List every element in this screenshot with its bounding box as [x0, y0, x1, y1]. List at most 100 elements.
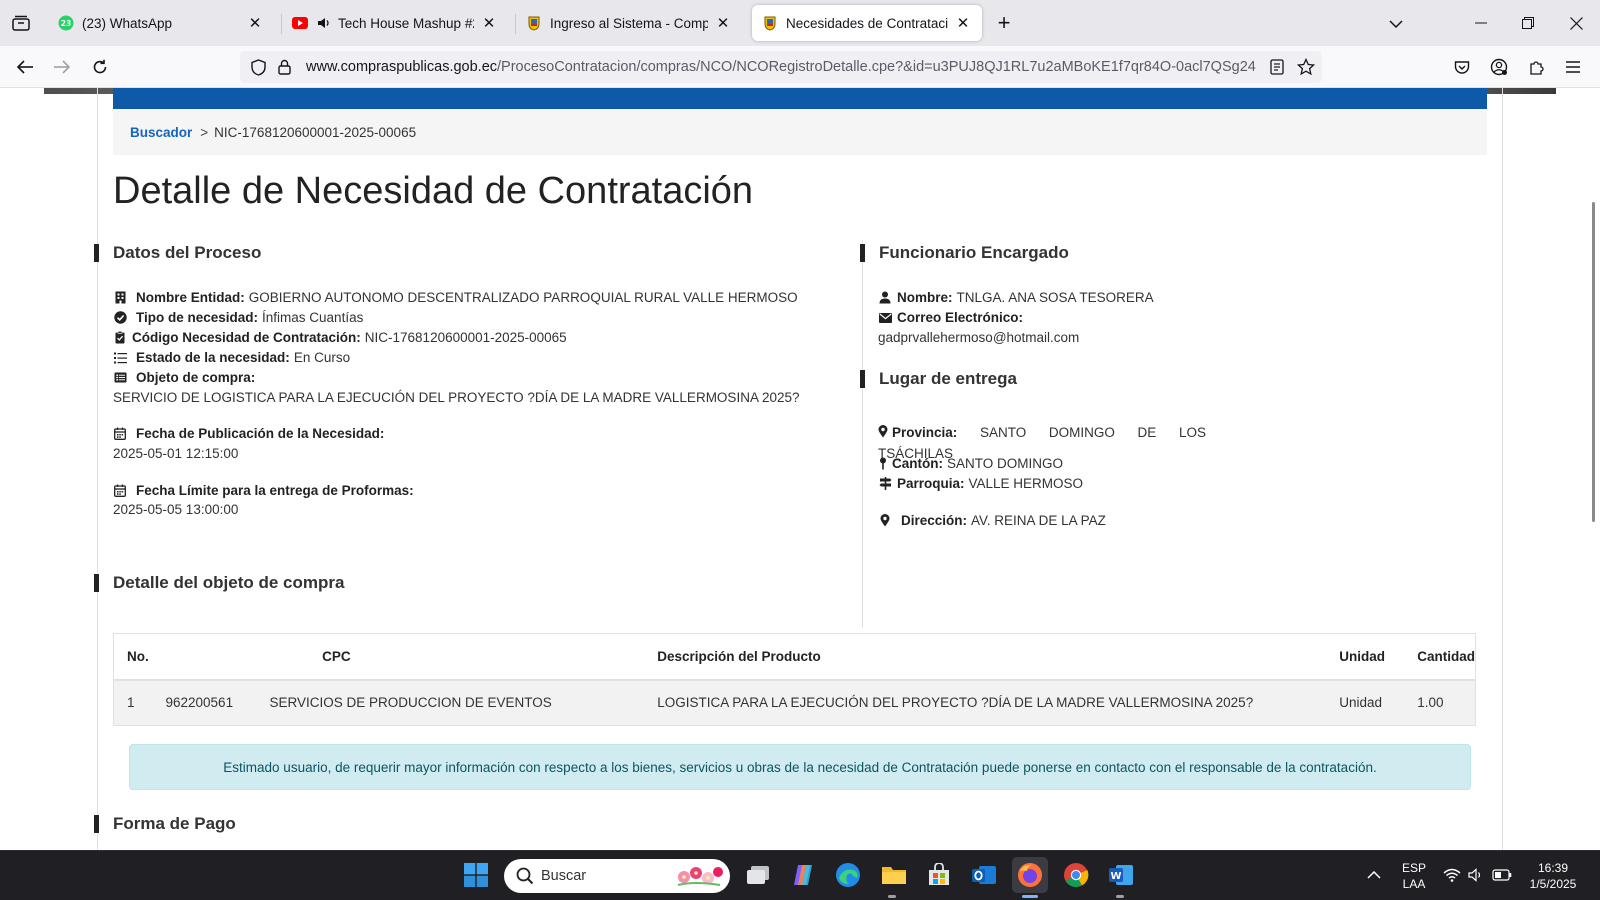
scrollbar-thumb[interactable] — [1592, 202, 1595, 522]
back-icon[interactable] — [11, 53, 39, 81]
table-row: 1 962200561 SERVICIOS DE PRODUCCION DE E… — [113, 679, 1476, 726]
clock-time: 16:39 — [1537, 861, 1569, 875]
lock-icon[interactable] — [274, 57, 294, 77]
breadcrumb-current: NIC-1768120600001-2025-00065 — [214, 124, 417, 140]
chevron-up-icon[interactable] — [1359, 860, 1389, 890]
page-title: Detalle de Necesidad de Contratación — [113, 170, 754, 212]
calendar-icon — [113, 427, 127, 441]
direccion-label: Dirección: — [901, 513, 968, 528]
objeto-compra-label: Objeto de compra: — [136, 370, 256, 385]
page-scrollbar[interactable] — [1588, 88, 1600, 850]
chevron-down-icon[interactable] — [1384, 12, 1408, 36]
url-path: /ProcesoContratacion/compras/NCO/NCORegi… — [497, 59, 1256, 75]
battery-icon[interactable] — [1487, 860, 1517, 890]
firefox-icon[interactable] — [1012, 857, 1048, 893]
language-indicator[interactable]: ESP LAA — [1397, 860, 1431, 892]
nombre-entidad-value: GOBIERNO AUTONOMO DESCENTRALIZADO PARROQ… — [248, 290, 798, 305]
cell-cpc-code: 962200561 — [165, 679, 270, 726]
reload-icon[interactable] — [86, 53, 114, 81]
estado-necesidad-row: Estado de la necesidad: En Curso — [113, 350, 350, 365]
direccion-row: Dirección: AV. REINA DE LA PAZ — [878, 513, 1106, 528]
parroquia-label: Parroquia: — [897, 476, 965, 491]
windows-taskbar: Buscar W ESP LAA 16:39 1/5/2025 — [0, 850, 1600, 900]
fecha-limite-row: Fecha Límite para la entrega de Proforma… — [113, 483, 418, 498]
youtube-icon — [292, 15, 308, 31]
pocket-icon[interactable] — [1450, 55, 1474, 79]
tab-title: Ingreso al Sistema - Compras Públicas — [550, 15, 708, 31]
windows-start-icon[interactable] — [461, 860, 491, 890]
file-explorer-icon[interactable] — [879, 860, 909, 890]
tab-ingreso-sistema[interactable]: Ingreso al Sistema - Compras Públicas ✕ — [516, 5, 742, 41]
ecuador-shield-icon — [762, 15, 778, 31]
nombre-entidad-row: Nombre Entidad: GOBIERNO AUTONOMO DESCEN… — [113, 290, 798, 305]
funcionario-nombre-label: Nombre: — [897, 290, 953, 305]
tab-necesidades[interactable]: Necesidades de Contratación y ✕ — [752, 5, 982, 41]
detalle-table: No. CPC Descripción del Producto Unidad … — [113, 633, 1476, 726]
close-tab-icon[interactable]: ✕ — [480, 14, 498, 32]
table-header-row: No. CPC Descripción del Producto Unidad … — [113, 633, 1476, 681]
word-icon[interactable]: W — [1106, 860, 1136, 890]
section-detalle-heading: Detalle del objeto de compra — [94, 573, 344, 593]
column-header-cantidad: Cantidad — [1417, 633, 1476, 681]
bookmark-star-icon[interactable] — [1296, 57, 1316, 77]
close-tab-icon[interactable]: ✕ — [954, 14, 972, 32]
column-header-cpc: CPC — [165, 633, 658, 681]
outlook-icon[interactable] — [969, 860, 999, 890]
clock[interactable]: 16:39 1/5/2025 — [1520, 860, 1586, 892]
taskbar-search-box[interactable]: Buscar — [504, 859, 730, 893]
svg-text:W: W — [1110, 871, 1121, 882]
tipo-necesidad-label: Tipo de necesidad: — [136, 310, 259, 325]
restore-icon[interactable] — [1505, 0, 1551, 46]
cell-descripcion: LOGISTICA PARA LA EJECUCIÓN DEL PROYECTO… — [657, 679, 1340, 726]
section-datos-heading: Datos del Proceso — [94, 243, 261, 263]
language-code: ESP — [1401, 861, 1426, 875]
tab-title: Necesidades de Contratación y — [786, 15, 948, 31]
chrome-icon[interactable] — [1061, 860, 1091, 890]
tab-youtube[interactable]: Tech House Mashup #2024 ✕ — [282, 5, 508, 41]
canton-label: Cantón: — [892, 456, 943, 471]
close-tab-icon[interactable]: ✕ — [714, 14, 732, 32]
whatsapp-badge: 23 — [61, 19, 71, 28]
nombre-entidad-label: Nombre Entidad: — [136, 290, 245, 305]
task-view-icon[interactable] — [743, 860, 773, 890]
speaker-icon[interactable] — [316, 15, 332, 31]
copilot-icon[interactable] — [788, 860, 818, 890]
clock-date: 1/5/2025 — [1529, 877, 1577, 891]
running-indicator — [1116, 895, 1124, 898]
content-border-right — [1502, 88, 1503, 850]
parroquia-value: VALLE HERMOSO — [968, 476, 1084, 491]
account-icon[interactable] — [1487, 55, 1511, 79]
column-header-unidad: Unidad — [1339, 633, 1418, 681]
url-text[interactable]: www.compraspublicas.gob.ec/ProcesoContra… — [306, 59, 1256, 75]
funcionario-correo-value[interactable]: gadprvallehermoso@hotmail.com — [878, 330, 1079, 345]
forward-icon[interactable] — [48, 53, 76, 81]
list-icon — [113, 351, 127, 365]
edge-browser-icon[interactable] — [833, 860, 863, 890]
info-alert: Estimado usuario, de requerir mayor info… — [129, 744, 1471, 790]
reader-view-icon[interactable] — [1267, 57, 1287, 77]
cell-cantidad: 1.00 — [1417, 679, 1476, 726]
minimize-icon[interactable] — [1458, 0, 1504, 46]
tab-list-icon[interactable] — [8, 11, 34, 35]
menu-icon[interactable] — [1561, 55, 1585, 79]
close-window-icon[interactable] — [1553, 0, 1599, 46]
microsoft-store-icon[interactable] — [924, 860, 954, 890]
list-alt-icon — [113, 371, 127, 385]
column-divider — [862, 240, 863, 628]
new-tab-icon[interactable]: + — [992, 10, 1016, 35]
funcionario-correo-row: Correo Electrónico: — [878, 310, 1027, 325]
address-bar[interactable]: www.compraspublicas.gob.ec/ProcesoContra… — [240, 51, 1322, 83]
user-icon — [878, 291, 892, 305]
section-funcionario-heading: Funcionario Encargado — [860, 243, 1069, 263]
info-alert-text: Estimado usuario, de requerir mayor info… — [223, 759, 1377, 775]
map-pin-icon — [878, 457, 888, 471]
extensions-icon[interactable] — [1524, 55, 1548, 79]
close-tab-icon[interactable]: ✕ — [246, 14, 264, 32]
funcionario-correo-label: Correo Electrónico: — [897, 310, 1024, 325]
breadcrumb-buscador-link[interactable]: Buscador — [130, 125, 192, 140]
funcionario-nombre-row: Nombre: TNLGA. ANA SOSA TESORERA — [878, 290, 1154, 305]
tab-whatsapp[interactable]: 23 (23) WhatsApp ✕ — [48, 5, 274, 41]
cell-cpc-desc: SERVICIOS DE PRODUCCION DE EVENTOS — [269, 679, 658, 726]
provincia-label: Provincia: — [892, 425, 958, 440]
shield-icon[interactable] — [248, 57, 268, 77]
